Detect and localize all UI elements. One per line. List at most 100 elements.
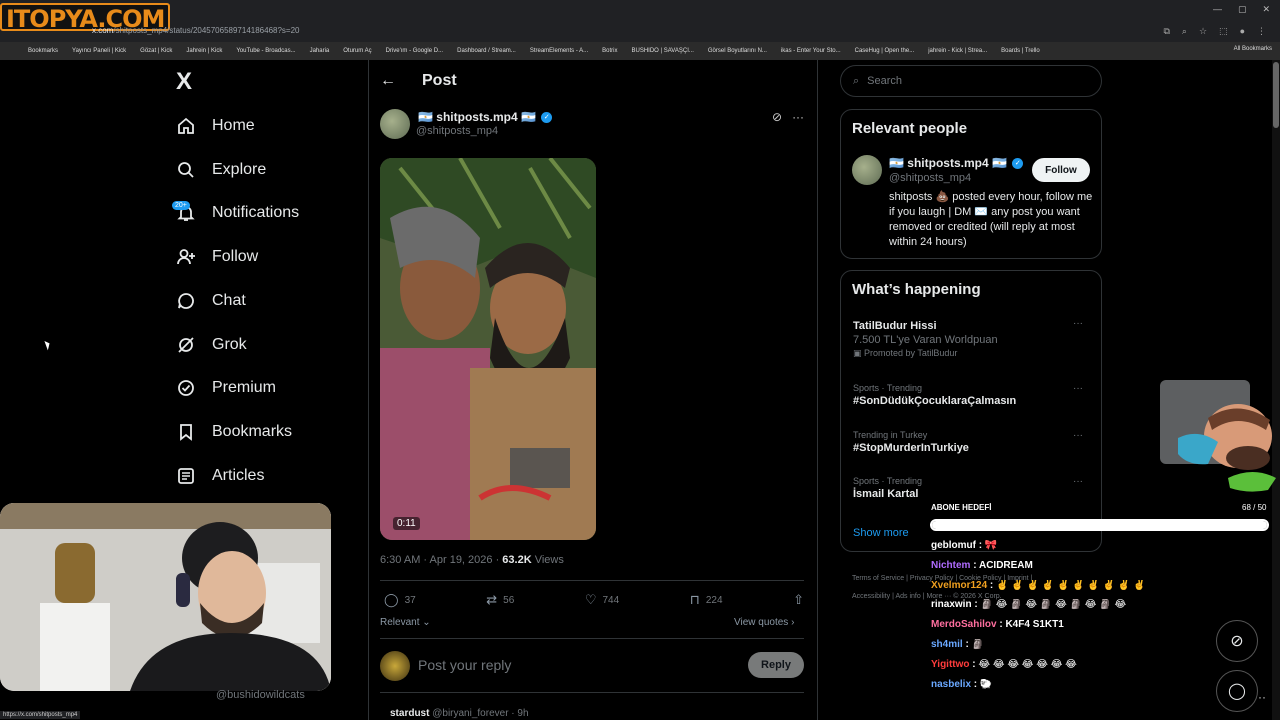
trend-item[interactable]: Sports · Trending #SonDüdükÇocuklaraÇalm… xyxy=(853,383,1093,407)
nav-label: Explore xyxy=(212,161,267,178)
reply-submit-button[interactable]: Reply xyxy=(748,652,804,678)
chat-text: : 🎀 xyxy=(976,540,998,551)
bookmark-item[interactable]: BUSHIDO | SAVAŞÇI... xyxy=(632,48,694,54)
relevant-name[interactable]: 🇦🇷 shitposts.mp4 🇦🇷 ✓ xyxy=(889,156,1024,170)
trend-item[interactable]: TatilBudur Hissi 7.500 TL'ye Varan World… xyxy=(853,318,1093,359)
bookmark-item[interactable]: Oturum Aç xyxy=(343,48,371,54)
nav-premium[interactable]: Premium xyxy=(176,378,276,398)
reply-button[interactable]: ◯ 37 xyxy=(384,592,416,608)
bookmark-item[interactable]: StreamElements - A... xyxy=(530,48,588,54)
nav-grok[interactable]: Grok xyxy=(176,335,247,355)
chat-bubble-icon xyxy=(176,291,196,311)
view-quotes-link[interactable]: View quotes › xyxy=(734,617,794,628)
minimize-icon[interactable]: — xyxy=(1213,4,1222,15)
chat-message: geblomuf : 🎀 xyxy=(931,540,1251,560)
search-icon: ⌕ xyxy=(853,74,860,87)
grok-icon[interactable]: ⊘ xyxy=(772,110,782,124)
nav-label: Bookmarks xyxy=(212,423,293,440)
trend-item[interactable]: Sports · Trending İsmail Kartal ··· xyxy=(853,476,1093,500)
grok-float-button[interactable]: ⊘ xyxy=(1216,620,1258,662)
like-button[interactable]: ♡ 744 xyxy=(585,592,619,608)
chat-username[interactable]: Yigittwo xyxy=(931,659,970,670)
post-video[interactable] xyxy=(380,158,596,540)
author-name[interactable]: 🇦🇷 shitposts.mp4 🇦🇷 ✓ xyxy=(418,110,553,124)
chat-text: : 🗿 😂 🗿 😂 🗿 😂 🗿 😂 🗿 😂 xyxy=(971,599,1127,611)
restore-icon[interactable]: ▢ xyxy=(1238,4,1247,15)
search-input[interactable]: ⌕ Search xyxy=(840,65,1102,97)
chat-float-button[interactable]: ◯ xyxy=(1216,670,1258,712)
back-arrow-icon[interactable]: ← xyxy=(380,72,396,90)
chat-username[interactable]: MerdoSahilov xyxy=(931,619,997,630)
chat-message: rinaxwin : 🗿 😂 🗿 😂 🗿 😂 🗿 😂 🗿 😂 xyxy=(931,599,1251,619)
chat-text: : 🗿 xyxy=(962,638,985,650)
bookmark-item[interactable]: Bookmarks xyxy=(28,48,58,54)
install-icon[interactable]: ⧉ xyxy=(1163,26,1169,37)
author-handle[interactable]: @shitposts_mp4 xyxy=(416,125,498,137)
all-bookmarks[interactable]: All Bookmarks xyxy=(1234,46,1272,52)
bookmark-item[interactable]: CaseHug | Open the... xyxy=(855,48,915,54)
bookmark-item[interactable]: jahrein - Kick | Strea... xyxy=(928,48,987,54)
chat-username[interactable]: Nichtem xyxy=(931,560,970,571)
bookmark-item[interactable]: ikas - Enter Your Sto... xyxy=(781,48,841,54)
relevant-avatar[interactable] xyxy=(852,155,882,185)
account-handle[interactable]: @bushidowildcats xyxy=(216,689,305,701)
bookmark-item[interactable]: YouTube - Broadcas... xyxy=(236,48,295,54)
chat-username[interactable]: nasbelix xyxy=(931,679,971,690)
bookmark-item[interactable]: Drive'ım - Google D... xyxy=(386,48,444,54)
bookmark-item[interactable]: Gözat | Kick xyxy=(140,48,172,54)
trend-item[interactable]: Trending in Turkey #StopMurderInTurkiye … xyxy=(853,430,1093,454)
bookmark-item[interactable]: Dashboard / Stream... xyxy=(457,48,516,54)
scroll-thumb[interactable] xyxy=(1273,62,1279,128)
reply-input[interactable]: Post your reply xyxy=(418,657,511,673)
user-avatar xyxy=(380,651,410,681)
nav-chat[interactable]: Chat xyxy=(176,291,246,311)
chat-text: : ACIDREAM xyxy=(970,559,1033,571)
promoted-label: ▣ Promoted by TatilBudur xyxy=(853,348,958,358)
more-icon[interactable]: ··· xyxy=(792,110,804,124)
x-logo[interactable]: X xyxy=(176,68,192,96)
share-button[interactable]: ⇧ xyxy=(793,592,804,608)
more-icon[interactable]: ··· xyxy=(1073,318,1083,329)
zoom-icon[interactable]: ⌕ xyxy=(1182,26,1187,37)
close-icon[interactable]: ✕ xyxy=(1262,4,1270,15)
show-more-link[interactable]: Show more xyxy=(853,527,909,539)
nav-articles[interactable]: Articles xyxy=(176,466,264,486)
bookmark-item[interactable]: Görsel Boyutlarını N... xyxy=(708,48,767,54)
bookmark-item[interactable]: Yayıncı Paneli | Kick xyxy=(72,48,126,54)
relevant-bio: shitposts 💩 posted every hour, follow me… xyxy=(889,191,1093,248)
more-icon[interactable]: ··· xyxy=(1073,383,1083,394)
bookmark-button[interactable]: ⊓ 224 xyxy=(690,592,723,608)
bookmark-item[interactable]: Jahrein | Kick xyxy=(186,48,222,54)
nav-home[interactable]: Home xyxy=(176,116,255,136)
nav-explore[interactable]: Explore xyxy=(176,160,266,180)
sub-goal-label: ABONE HEDEFİ xyxy=(931,503,992,512)
profile-icon[interactable]: ● xyxy=(1240,26,1245,37)
bookmark-item[interactable]: Jaharia xyxy=(310,48,330,54)
chat-username[interactable]: Xvelmor124 xyxy=(931,580,987,591)
bookmark-item[interactable]: Botrix xyxy=(602,48,617,54)
star-icon[interactable]: ☆ xyxy=(1199,26,1207,37)
share-icon: ⇧ xyxy=(793,592,804,607)
grok-icon xyxy=(176,335,196,355)
nav-notifications[interactable]: Notifications xyxy=(176,203,299,223)
address-bar[interactable]: x.com/shitposts_mp4/status/2045706589714… xyxy=(92,26,300,35)
nav-bookmarks[interactable]: Bookmarks xyxy=(176,422,292,442)
chat-username[interactable]: sh4mil xyxy=(931,639,963,650)
sort-dropdown[interactable]: Relevant ⌄ xyxy=(380,617,431,628)
menu-icon[interactable]: ⋮ xyxy=(1257,26,1266,37)
more-icon[interactable]: ··· xyxy=(1073,430,1083,441)
author-avatar[interactable] xyxy=(380,109,410,139)
chat-username[interactable]: geblomuf xyxy=(931,540,976,551)
more-icon[interactable]: ··· xyxy=(1073,476,1083,487)
next-reply-preview[interactable]: stardust @biryani_forever · 9h xyxy=(390,708,529,719)
browser-titlebar xyxy=(0,0,1280,42)
relevant-handle[interactable]: @shitposts_mp4 xyxy=(889,172,971,184)
follow-button[interactable]: Follow xyxy=(1032,158,1090,182)
mascot-overlay xyxy=(1158,378,1278,496)
bookmark-item[interactable]: Boards | Trello xyxy=(1001,48,1040,54)
chat-username[interactable]: rinaxwin xyxy=(931,599,972,610)
chat-message: MerdoSahilov : K4F4 S1KT1 xyxy=(931,619,1251,639)
repost-button[interactable]: ⇄ 56 xyxy=(486,592,514,608)
extensions-icon[interactable]: ⬚ xyxy=(1219,26,1228,37)
nav-follow[interactable]: Follow xyxy=(176,247,258,267)
